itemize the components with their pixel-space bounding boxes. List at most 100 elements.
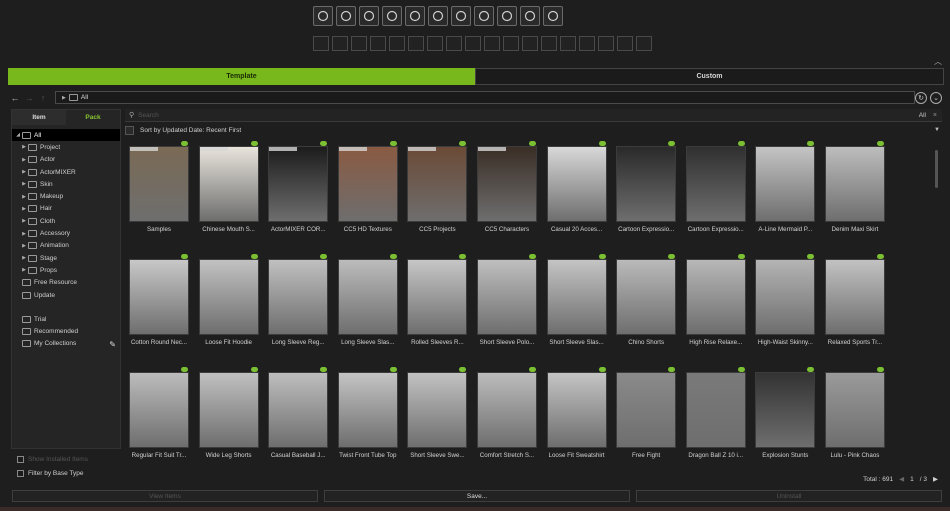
- collapse-icon[interactable]: ︿: [934, 56, 942, 67]
- expand-arrow-icon[interactable]: ▶: [20, 206, 28, 212]
- tree-item[interactable]: ▶ Actor: [12, 154, 120, 166]
- pencil-icon[interactable]: ✎: [109, 340, 116, 349]
- content-item[interactable]: Casual 20 Acces...: [546, 141, 607, 240]
- content-item[interactable]: Rolled Sleeves R...: [407, 254, 468, 353]
- content-item[interactable]: A-Line Mermaid P...: [755, 141, 816, 240]
- content-item[interactable]: Regular Fit Suit Tr...: [129, 367, 189, 466]
- tree-item[interactable]: ▶ Stage: [12, 252, 120, 264]
- content-item[interactable]: Long Sleeve Slas...: [337, 254, 398, 353]
- content-item[interactable]: Wide Leg Shorts: [198, 367, 259, 466]
- hair-icon[interactable]: [428, 6, 448, 26]
- item-thumbnail[interactable]: [755, 372, 816, 448]
- tree-item[interactable]: Update: [12, 289, 120, 301]
- tree-item[interactable]: Recommended: [12, 325, 120, 337]
- human-figure-icon[interactable]: [336, 6, 356, 26]
- props-icon[interactable]: [543, 6, 563, 26]
- search-bar[interactable]: ⚲ Search All ×: [125, 109, 942, 122]
- filter-slot[interactable]: [617, 36, 633, 51]
- filter-slot[interactable]: [389, 36, 405, 51]
- stage-icon[interactable]: [520, 6, 540, 26]
- accessory-icon[interactable]: [474, 6, 494, 26]
- filter-slot[interactable]: [598, 36, 614, 51]
- tree-item[interactable]: ▶ Props: [12, 264, 120, 276]
- filter-slot[interactable]: [370, 36, 386, 51]
- tree-item[interactable]: ▶ Animation: [12, 240, 120, 252]
- content-item[interactable]: Cartoon Expressio...: [685, 141, 746, 240]
- select-all-checkbox[interactable]: [125, 125, 134, 135]
- filter-slot[interactable]: [351, 36, 367, 51]
- filter-slot[interactable]: [332, 36, 348, 51]
- dropdown-arrow-icon[interactable]: ▼: [934, 127, 940, 133]
- filter-slot[interactable]: [427, 36, 443, 51]
- refresh-icon[interactable]: ↻: [915, 91, 927, 104]
- item-thumbnail[interactable]: [755, 146, 816, 222]
- expand-arrow-icon[interactable]: ▶: [20, 231, 28, 237]
- search-input[interactable]: Search: [138, 112, 159, 119]
- item-thumbnail[interactable]: [824, 372, 885, 448]
- item-thumbnail[interactable]: [407, 259, 468, 335]
- content-item[interactable]: Loose Fit Hoodie: [198, 254, 259, 353]
- back-arrow-icon[interactable]: ←: [8, 91, 22, 105]
- item-thumbnail[interactable]: [685, 372, 746, 448]
- filter-slot[interactable]: [313, 36, 329, 51]
- item-thumbnail[interactable]: [268, 259, 329, 335]
- content-item[interactable]: CC5 Characters: [476, 141, 537, 240]
- item-thumbnail[interactable]: [476, 146, 537, 222]
- item-thumbnail[interactable]: [198, 372, 259, 448]
- item-thumbnail[interactable]: [407, 146, 468, 222]
- content-item[interactable]: High-Waist Skinny...: [755, 254, 816, 353]
- filter-slot[interactable]: [484, 36, 500, 51]
- content-item[interactable]: Chinese Mouth S...: [198, 141, 259, 240]
- content-item[interactable]: Cotton Round Nec...: [129, 254, 189, 353]
- expand-arrow-icon[interactable]: ▶: [20, 218, 28, 224]
- prev-page-icon[interactable]: ◀: [899, 475, 904, 483]
- filter-slot[interactable]: [408, 36, 424, 51]
- item-thumbnail[interactable]: [337, 146, 398, 222]
- tree-item[interactable]: ▶ ActorMIXER: [12, 166, 120, 178]
- checkbox-icon[interactable]: [17, 455, 24, 463]
- item-thumbnail[interactable]: [476, 259, 537, 335]
- filter-base-row[interactable]: Filter by Base Type: [11, 466, 121, 480]
- item-thumbnail[interactable]: [337, 259, 398, 335]
- tree-item[interactable]: ▶ Project: [12, 141, 120, 153]
- item-thumbnail[interactable]: [268, 372, 329, 448]
- subtab-pack[interactable]: Pack: [66, 110, 120, 125]
- page-number[interactable]: 1: [910, 476, 914, 483]
- item-thumbnail[interactable]: [616, 259, 677, 335]
- content-item[interactable]: Cartoon Expressio...: [616, 141, 677, 240]
- show-installed-row[interactable]: Show Installed Items: [11, 452, 121, 466]
- item-thumbnail[interactable]: [337, 372, 398, 448]
- tree-item[interactable]: My Collections: [12, 338, 120, 350]
- expand-arrow-icon[interactable]: ▶: [20, 194, 28, 200]
- scrollbar[interactable]: [935, 150, 938, 188]
- pose-icon[interactable]: [497, 6, 517, 26]
- expand-arrow-icon[interactable]: ▶: [20, 255, 28, 261]
- expand-arrow-icon[interactable]: ▶: [20, 144, 28, 150]
- content-item[interactable]: Short Sleeve Slas...: [546, 254, 607, 353]
- expand-arrow-icon[interactable]: ▶: [20, 157, 28, 163]
- tree-item[interactable]: ▶ Cloth: [12, 215, 120, 227]
- save-button[interactable]: Save...: [324, 490, 630, 502]
- item-thumbnail[interactable]: [755, 259, 816, 335]
- options-chevron-icon[interactable]: ⌄: [930, 91, 942, 104]
- item-thumbnail[interactable]: [198, 146, 259, 222]
- item-thumbnail[interactable]: [268, 146, 329, 222]
- tree-item[interactable]: ▶ Skin: [12, 178, 120, 190]
- expand-arrow-icon[interactable]: ▶: [20, 243, 28, 249]
- filter-slot[interactable]: [636, 36, 652, 51]
- tab-template[interactable]: Template: [8, 68, 475, 85]
- makeup-icon[interactable]: [405, 6, 425, 26]
- filter-slot[interactable]: [522, 36, 538, 51]
- up-arrow-icon[interactable]: ↑: [36, 91, 50, 105]
- filter-slot[interactable]: [503, 36, 519, 51]
- item-thumbnail[interactable]: [546, 372, 607, 448]
- sort-dropdown[interactable]: Sort by Updated Date: Recent First: [140, 127, 241, 134]
- item-thumbnail[interactable]: [546, 259, 607, 335]
- expand-arrow-icon[interactable]: ▶: [20, 169, 28, 175]
- content-item[interactable]: Twist Front Tube Top: [337, 367, 398, 466]
- breadcrumb-all[interactable]: All: [81, 94, 88, 101]
- skin-icon[interactable]: [382, 6, 402, 26]
- filter-slot[interactable]: [579, 36, 595, 51]
- filter-slot[interactable]: [541, 36, 557, 51]
- item-thumbnail[interactable]: [129, 372, 189, 448]
